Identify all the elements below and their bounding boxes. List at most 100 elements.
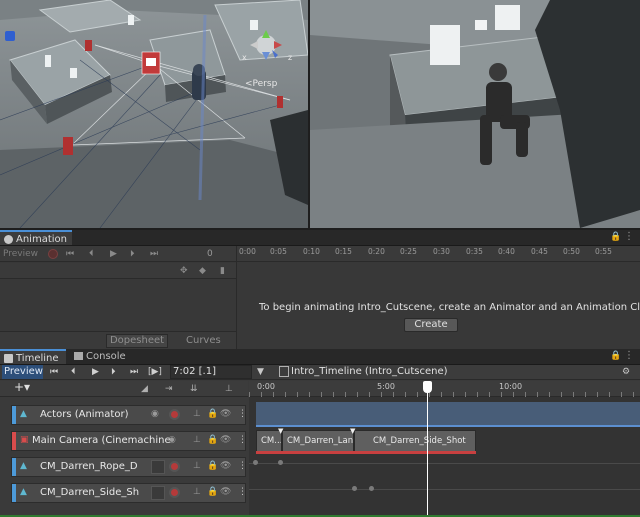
track-curves-toggle[interactable] <box>151 486 165 500</box>
track-lock-icon[interactable]: 🔒 <box>207 461 218 471</box>
tl-ruler-tick: 10:00 <box>499 382 523 391</box>
timeline-asset-label[interactable]: Intro_Timeline (Intro_Cutscene) <box>291 366 448 377</box>
ruler-tick: 0:00 <box>239 247 256 256</box>
gizmo-x-label: x <box>242 53 247 62</box>
track-mute-icon[interactable]: ⊥ <box>193 487 201 497</box>
track-record-button[interactable] <box>169 409 180 420</box>
blend-marker-icon: ▼ <box>350 427 356 435</box>
lock-icon[interactable]: 🔒 <box>610 232 621 242</box>
animation-preview-toggle[interactable]: Preview <box>3 248 38 260</box>
animation-key-toolbar: ✥ ◆ ▮ <box>0 263 236 279</box>
timeline-time-field[interactable]: 7:02 [.1] <box>170 365 252 379</box>
add-event-icon[interactable]: ▮ <box>220 265 225 277</box>
perspective-label[interactable]: <Persp <box>245 79 277 89</box>
keyframe-dot[interactable] <box>253 460 258 465</box>
track-rope-d[interactable]: ▲ CM_Darren_Rope_D ⊥ 🔒 👁 ⋮ <box>11 457 247 477</box>
tl-prev-frame-icon[interactable]: ⏴ <box>71 366 76 378</box>
animation-tab-bar: Animation 🔒 ⋮ <box>0 230 640 246</box>
tl-ruler-tick: 5:00 <box>377 382 395 391</box>
track-menu-icon[interactable]: ⋮ <box>238 435 247 445</box>
ruler-tick: 0:05 <box>270 247 287 256</box>
animation-panel: Preview ⏮ ⏴ ▶ ⏵ ⏭ 0 ✥ ◆ ▮ 0:00 0:05 0:10… <box>0 246 640 349</box>
track-visibility-icon[interactable]: 👁 <box>220 487 231 497</box>
tl-go-end-icon[interactable]: ⏭ <box>130 366 138 378</box>
next-key-icon[interactable]: ⏵ <box>130 248 135 260</box>
ruler-tick: 0:15 <box>335 247 352 256</box>
ripple-mode-icon[interactable]: ⇥ <box>165 383 173 395</box>
track-visibility-icon[interactable]: 👁 <box>220 461 231 471</box>
timeline-menu-icon[interactable]: ⋮ <box>624 350 634 361</box>
console-icon <box>74 352 83 360</box>
create-button[interactable]: Create <box>404 318 458 332</box>
track-mute-icon[interactable]: ⊥ <box>193 409 201 419</box>
tab-timeline[interactable]: Timeline <box>0 349 66 364</box>
track-target-icon[interactable]: ◉ <box>151 409 159 419</box>
frame-field[interactable]: 0 <box>207 248 213 260</box>
empty-animation-message: To begin animating Intro_Cutscene, creat… <box>259 302 640 313</box>
timeline-settings-icon[interactable]: ⚙ <box>622 366 630 378</box>
dopesheet-toggle[interactable]: Dopesheet <box>106 334 168 348</box>
track-menu-icon[interactable]: ⋮ <box>238 409 247 419</box>
tab-console[interactable]: Console <box>70 349 140 364</box>
side-track-line <box>249 489 640 490</box>
clip-blend-bar <box>256 451 476 454</box>
clip-edit-mode-icon[interactable]: ◢ <box>141 383 148 395</box>
track-mute-icon[interactable]: ⊥ <box>193 461 201 471</box>
track-mute-icon[interactable]: ⊥ <box>193 435 201 445</box>
track-actors[interactable]: ▲ Actors (Animator) ◉ ⊥ 🔒 👁 ⋮ <box>11 405 247 425</box>
timeline-tab-bar: Timeline Console 🔒 ⋮ <box>0 349 640 365</box>
keyframe-dot[interactable] <box>369 486 374 491</box>
track-menu-icon[interactable]: ⋮ <box>238 461 247 471</box>
timeline-panel: Preview ⏮ ⏴ ▶ ⏵ ⏭ [▶] 7:02 [.1] ▼ Intro_… <box>0 365 640 517</box>
track-lock-icon[interactable]: 🔒 <box>207 487 218 497</box>
prev-key-icon[interactable]: ⏴ <box>89 248 94 260</box>
tab-animation-label: Animation <box>16 234 67 245</box>
track-color-bar <box>12 484 16 502</box>
filter-icon[interactable]: ✥ <box>180 265 188 277</box>
animator-track-icon: ▲ <box>20 461 27 471</box>
timeline-dropdown-icon[interactable]: ▼ <box>257 366 264 378</box>
tl-range-icon[interactable]: [▶] <box>148 366 162 378</box>
replace-mode-icon[interactable]: ⇊ <box>190 383 198 395</box>
ruler-tick: 0:10 <box>303 247 320 256</box>
track-lock-icon[interactable]: 🔒 <box>207 435 218 445</box>
track-label: CM_Darren_Rope_D <box>40 461 138 472</box>
add-track-icon[interactable]: +▾ <box>14 381 30 393</box>
snap-icon[interactable]: ⊥ <box>225 383 233 395</box>
timeline-clip[interactable]: CM_Darren_Side_Shot <box>354 430 476 452</box>
track-curves-toggle[interactable] <box>151 460 165 474</box>
play-icon[interactable]: ▶ <box>110 248 117 260</box>
keyframe-dot[interactable] <box>352 486 357 491</box>
go-to-end-icon[interactable]: ⏭ <box>150 248 158 260</box>
track-side-shot[interactable]: ▲ CM_Darren_Side_Sh ⊥ 🔒 👁 ⋮ <box>11 483 247 503</box>
track-visibility-icon[interactable]: 👁 <box>220 435 231 445</box>
timeline-preview-toggle[interactable]: Preview <box>2 365 43 379</box>
curves-toggle[interactable]: Curves <box>186 335 221 346</box>
record-button[interactable] <box>48 249 58 259</box>
add-keyframe-icon[interactable]: ◆ <box>199 265 206 277</box>
blend-marker-icon: ▼ <box>278 427 284 435</box>
tab-animation[interactable]: Animation <box>0 230 72 245</box>
keyframe-dot[interactable] <box>278 460 283 465</box>
timeline-lock-icon[interactable]: 🔒 <box>610 351 621 361</box>
panel-menu-icon[interactable]: ⋮ <box>624 231 634 242</box>
tl-play-icon[interactable]: ▶ <box>92 366 99 378</box>
track-menu-icon[interactable]: ⋮ <box>238 487 247 497</box>
gizmo-z-label: z <box>288 53 293 62</box>
ruler-tick: 0:25 <box>400 247 417 256</box>
tl-go-start-icon[interactable]: ⏮ <box>50 366 58 378</box>
track-record-button[interactable] <box>169 487 180 498</box>
timeline-clip[interactable]: CM_Darren_Lan... <box>282 430 354 452</box>
go-to-start-icon[interactable]: ⏮ <box>66 248 74 260</box>
track-main-camera[interactable]: ▣ Main Camera (Cinemachine ◉ ⊥ 🔒 👁 ⋮ <box>11 431 247 451</box>
tl-next-frame-icon[interactable]: ⏵ <box>111 366 116 378</box>
playhead-handle[interactable] <box>423 381 432 393</box>
ruler-tick: 0:55 <box>595 247 612 256</box>
track-visibility-icon[interactable]: 👁 <box>220 409 231 419</box>
animation-ruler[interactable]: 0:00 0:05 0:10 0:15 0:20 0:25 0:30 0:35 … <box>237 246 640 262</box>
track-target-icon[interactable]: ◉ <box>168 435 176 445</box>
scene-view[interactable]: <Persp x z <box>0 0 308 228</box>
track-record-button[interactable] <box>169 461 180 472</box>
track-lock-icon[interactable]: 🔒 <box>207 409 218 419</box>
timeline-ruler[interactable]: 0:00 5:00 10:00 <box>249 381 640 397</box>
